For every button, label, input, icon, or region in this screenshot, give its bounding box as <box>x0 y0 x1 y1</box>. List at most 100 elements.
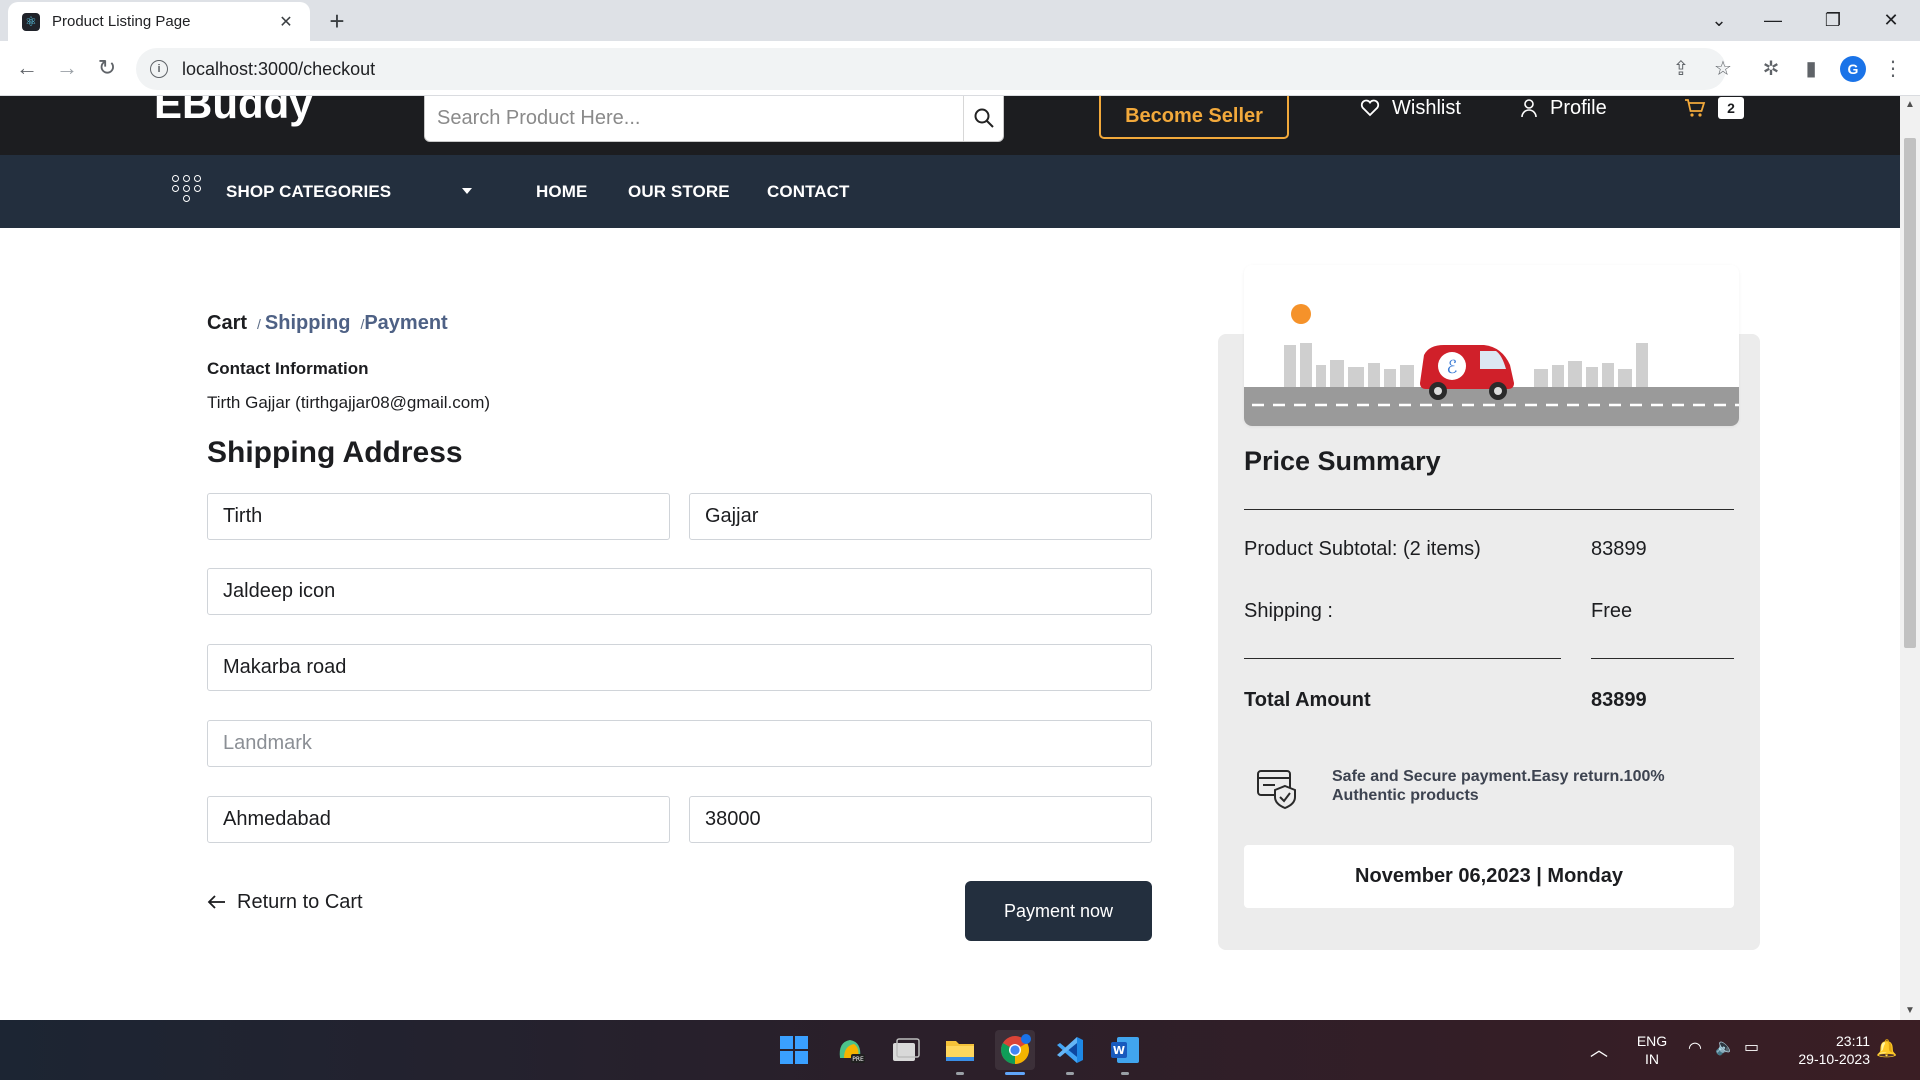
language-code: ENG <box>1636 1033 1668 1049</box>
restore-button[interactable]: ❐ <box>1810 0 1856 41</box>
wishlist-label: Wishlist <box>1392 96 1461 119</box>
active-indicator <box>1005 1072 1025 1075</box>
tray-chevron-up-icon[interactable]: ︿ <box>1590 1041 1608 1059</box>
last-name-field[interactable] <box>689 493 1152 540</box>
grid-dots-icon <box>172 175 204 207</box>
site-logo[interactable]: EBuddy <box>154 96 313 128</box>
return-to-cart-label: Return to Cart <box>237 890 363 913</box>
nav-home[interactable]: HOME <box>536 155 587 228</box>
price-summary-heading: Price Summary <box>1244 446 1441 476</box>
breadcrumb-cart[interactable]: Cart <box>207 312 247 335</box>
windows-taskbar: PRE W ︿ ENG IN ◠ 🔈 ▭ 23:11 29-10-2023 🔔 <box>0 1020 1920 1080</box>
extensions-puzzle-icon[interactable]: ✲ <box>1754 51 1788 85</box>
become-seller-button[interactable]: Become Seller <box>1099 96 1289 139</box>
landmark-field[interactable] <box>207 720 1152 767</box>
browser-toolbar: ← → ↻ i localhost:3000/checkout ⇪ ☆ ✲ ▮ … <box>0 41 1920 96</box>
language-indicator[interactable]: ENG IN <box>1632 1032 1672 1068</box>
nav-contact[interactable]: CONTACT <box>767 155 850 228</box>
city-field[interactable] <box>207 796 670 843</box>
subtotal-value: 83899 <box>1591 538 1647 560</box>
address-line1-field[interactable] <box>207 568 1152 615</box>
tab-title: Product Listing Page <box>52 13 191 30</box>
forward-button[interactable]: → <box>50 51 84 85</box>
chrome-app-icon[interactable] <box>995 1030 1035 1070</box>
back-button[interactable]: ← <box>10 51 44 85</box>
clock-time: 23:11 <box>1836 1033 1870 1049</box>
site-info-icon[interactable]: i <box>150 60 168 78</box>
close-tab-icon[interactable]: ✕ <box>276 12 296 32</box>
wifi-icon[interactable]: ◠ <box>1688 1040 1702 1058</box>
close-window-button[interactable]: ✕ <box>1868 0 1914 41</box>
page-viewport: EBuddy Become Seller Wishlist Profile <box>0 96 1900 1020</box>
tab-search-icon[interactable]: ⌄ <box>1696 0 1742 41</box>
shipping-label: Shipping : <box>1244 600 1333 622</box>
clock[interactable]: 23:11 29-10-2023 <box>1784 1032 1870 1068</box>
react-favicon-icon: ⚛ <box>22 12 40 31</box>
profile-link[interactable]: Profile <box>1520 96 1607 120</box>
first-name-field[interactable] <box>207 493 670 540</box>
shipping-address-heading: Shipping Address <box>207 436 463 469</box>
side-panel-icon[interactable]: ▮ <box>1794 51 1828 85</box>
new-tab-button[interactable]: + <box>322 6 352 36</box>
profile-avatar[interactable]: G <box>1840 56 1866 82</box>
scroll-thumb[interactable] <box>1904 138 1916 648</box>
volume-icon[interactable]: 🔈 <box>1715 1039 1735 1057</box>
product-search <box>424 96 1004 142</box>
bookmark-star-icon[interactable]: ☆ <box>1706 51 1740 85</box>
running-indicator <box>1066 1072 1074 1075</box>
browser-tabstrip: ⚛ Product Listing Page ✕ + ⌄ — ❐ ✕ <box>0 0 1920 41</box>
subtotal-label: Product Subtotal: (2 items) <box>1244 538 1481 560</box>
wishlist-link[interactable]: Wishlist <box>1360 96 1461 120</box>
task-view-icon[interactable] <box>886 1030 926 1070</box>
menu-kebab-icon[interactable]: ⋮ <box>1876 51 1910 85</box>
reload-button[interactable]: ↻ <box>90 51 124 85</box>
word-icon[interactable]: W <box>1105 1030 1145 1070</box>
windows-start-icon[interactable] <box>774 1030 814 1070</box>
user-icon <box>1521 99 1537 118</box>
share-icon[interactable]: ⇪ <box>1664 51 1698 85</box>
divider <box>1244 658 1561 659</box>
delivery-truck-illustration: ℰ <box>1244 265 1739 426</box>
svg-text:ℰ: ℰ <box>1447 357 1458 378</box>
region-code: IN <box>1645 1051 1659 1067</box>
scroll-up-icon[interactable]: ▲ <box>1900 96 1920 114</box>
cart-link[interactable]: 2 <box>1684 96 1744 120</box>
delivery-date: November 06,2023 | Monday <box>1244 845 1734 908</box>
vscode-icon[interactable] <box>1050 1030 1090 1070</box>
url-text: localhost:3000/checkout <box>182 58 376 79</box>
svg-text:W: W <box>1113 1044 1125 1057</box>
secure-payment-shield-icon <box>1257 770 1296 810</box>
page-scrollbar[interactable]: ▲ ▼ <box>1900 96 1920 1020</box>
notification-bell-icon[interactable]: 🔔 <box>1876 1040 1897 1058</box>
breadcrumb-shipping[interactable]: Shipping <box>265 312 351 335</box>
clock-date: 29-10-2023 <box>1798 1051 1870 1067</box>
pincode-field[interactable] <box>689 796 1152 843</box>
browser-tab[interactable]: ⚛ Product Listing Page ✕ <box>8 2 310 41</box>
file-explorer-icon[interactable] <box>940 1030 980 1070</box>
contact-information-heading: Contact Information <box>207 359 369 378</box>
search-button[interactable] <box>963 96 1003 141</box>
minimize-button[interactable]: — <box>1750 0 1796 41</box>
caret-down-icon[interactable] <box>462 188 472 194</box>
running-indicator <box>1121 1072 1129 1075</box>
breadcrumb-separator: / <box>257 316 261 332</box>
total-amount-label: Total Amount <box>1244 689 1371 711</box>
address-bar[interactable]: i localhost:3000/checkout <box>136 48 1726 90</box>
return-to-cart-link[interactable]: Return to Cart <box>207 888 363 916</box>
scroll-down-icon[interactable]: ▼ <box>1900 1002 1920 1020</box>
copilot-app-icon[interactable]: PRE <box>830 1030 870 1070</box>
arrow-left-icon <box>207 895 225 909</box>
breadcrumb-payment[interactable]: Payment <box>364 312 447 335</box>
divider <box>1244 509 1734 510</box>
search-input[interactable] <box>425 96 963 141</box>
delivery-truck-icon: ℰ <box>1244 304 1739 426</box>
shop-categories-dropdown[interactable]: SHOP CATEGORIES <box>226 155 391 228</box>
payment-now-button[interactable]: Payment now <box>965 881 1152 941</box>
heart-icon <box>1360 99 1380 117</box>
nav-our-store[interactable]: OUR STORE <box>628 155 730 228</box>
battery-icon[interactable]: ▭ <box>1744 1039 1759 1057</box>
address-line2-field[interactable] <box>207 644 1152 691</box>
cart-count-badge: 2 <box>1718 97 1744 119</box>
checkout-breadcrumb: Cart / Shipping / Payment <box>207 312 448 335</box>
total-amount-value: 83899 <box>1591 689 1647 711</box>
